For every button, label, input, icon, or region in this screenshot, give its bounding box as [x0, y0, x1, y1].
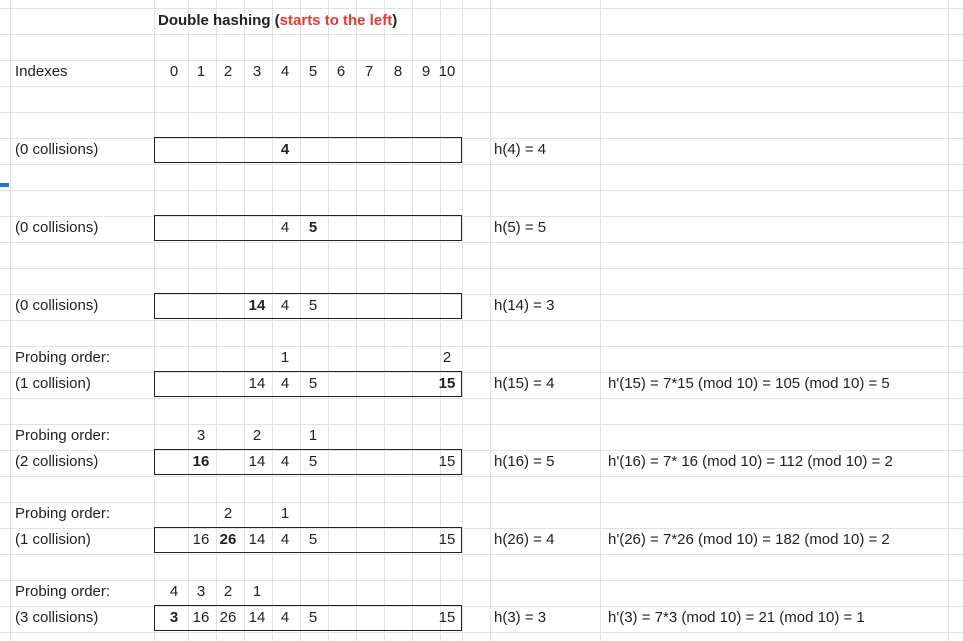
table-slot-value: 4 — [280, 375, 290, 392]
table-slot-value: 5 — [308, 531, 318, 548]
table-slot-value: 16 — [192, 609, 210, 626]
index-number: 5 — [308, 63, 318, 80]
sheet-title: Double hashing (starts to the left) — [158, 8, 397, 34]
index-number: 6 — [336, 63, 346, 80]
table-slot-value: 14 — [248, 375, 266, 392]
collision-count-label: (1 collision) — [15, 531, 91, 548]
table-slot-value: 14 — [248, 609, 266, 626]
table-slot-value: 26 — [219, 531, 237, 548]
table-slot-value: 15 — [438, 531, 456, 548]
table-slot-value: 5 — [308, 219, 318, 236]
collision-count-label: (0 collisions) — [15, 141, 99, 158]
table-slot-value: 15 — [438, 453, 456, 470]
table-slot-value: 4 — [280, 453, 290, 470]
probing-order-label: Probing order: — [15, 427, 111, 444]
probe-order-number: 3 — [196, 427, 206, 444]
index-number: 10 — [438, 63, 456, 80]
collision-count-label: (3 collisions) — [15, 609, 99, 626]
secondary-hash-text: h'(16) = 7* 16 (mod 10) = 112 (mod 10) =… — [608, 453, 893, 470]
primary-hash-text: h(16) = 5 — [494, 453, 555, 470]
probe-order-number: 1 — [280, 505, 290, 522]
probing-order-label: Probing order: — [15, 505, 111, 522]
probing-order-label: Probing order: — [15, 583, 111, 600]
primary-hash-text: h(5) = 5 — [494, 219, 547, 236]
table-slot-value: 26 — [219, 609, 237, 626]
index-number: 1 — [196, 63, 206, 80]
table-slot-value: 5 — [308, 453, 318, 470]
probe-order-number: 2 — [223, 505, 233, 522]
title-prefix: Double hashing ( — [158, 12, 280, 29]
probing-order-label: Probing order: — [15, 349, 111, 366]
table-slot-value: 5 — [308, 609, 318, 626]
table-slot-value: 4 — [280, 531, 290, 548]
collision-count-label: (1 collision) — [15, 375, 91, 392]
hash-table-box — [154, 137, 462, 163]
indexes-label: Indexes — [15, 63, 68, 80]
table-slot-value: 4 — [280, 297, 290, 314]
primary-hash-text: h(26) = 4 — [494, 531, 555, 548]
table-slot-value: 4 — [280, 219, 290, 236]
index-number: 3 — [252, 63, 262, 80]
title-highlight: starts to the left — [279, 12, 393, 29]
primary-hash-text: h(3) = 3 — [494, 609, 547, 626]
table-slot-value: 16 — [192, 453, 210, 470]
probe-order-number: 1 — [252, 583, 262, 600]
table-slot-value: 4 — [280, 609, 290, 626]
index-number: 0 — [169, 63, 179, 80]
table-slot-value: 5 — [308, 375, 318, 392]
index-number: 4 — [280, 63, 290, 80]
table-slot-value: 16 — [192, 531, 210, 548]
probe-order-number: 2 — [252, 427, 262, 444]
collision-count-label: (2 collisions) — [15, 453, 99, 470]
probe-order-number: 1 — [308, 427, 318, 444]
index-number: 2 — [223, 63, 233, 80]
primary-hash-text: h(14) = 3 — [494, 297, 555, 314]
index-number: 8 — [393, 63, 403, 80]
primary-hash-text: h(15) = 4 — [494, 375, 555, 392]
index-number: 7 — [364, 63, 374, 80]
probe-order-number: 2 — [442, 349, 452, 366]
table-slot-value: 4 — [280, 141, 290, 158]
primary-hash-text: h(4) = 4 — [494, 141, 547, 158]
table-slot-value: 14 — [248, 453, 266, 470]
row-selection-marker — [0, 183, 9, 187]
secondary-hash-text: h'(15) = 7*15 (mod 10) = 105 (mod 10) = … — [608, 375, 890, 392]
collision-count-label: (0 collisions) — [15, 297, 99, 314]
secondary-hash-text: h'(26) = 7*26 (mod 10) = 182 (mod 10) = … — [608, 531, 890, 548]
table-slot-value: 15 — [438, 375, 456, 392]
table-slot-value: 15 — [438, 609, 456, 626]
probe-order-number: 4 — [169, 583, 179, 600]
probe-order-number: 2 — [223, 583, 233, 600]
secondary-hash-text: h'(3) = 7*3 (mod 10) = 21 (mod 10) = 1 — [608, 609, 865, 626]
probe-order-number: 3 — [196, 583, 206, 600]
table-slot-value: 14 — [248, 297, 266, 314]
title-suffix: ) — [392, 12, 398, 29]
table-slot-value: 5 — [308, 297, 318, 314]
probe-order-number: 1 — [280, 349, 290, 366]
table-slot-value: 14 — [248, 531, 266, 548]
collision-count-label: (0 collisions) — [15, 219, 99, 236]
table-slot-value: 3 — [169, 609, 179, 626]
